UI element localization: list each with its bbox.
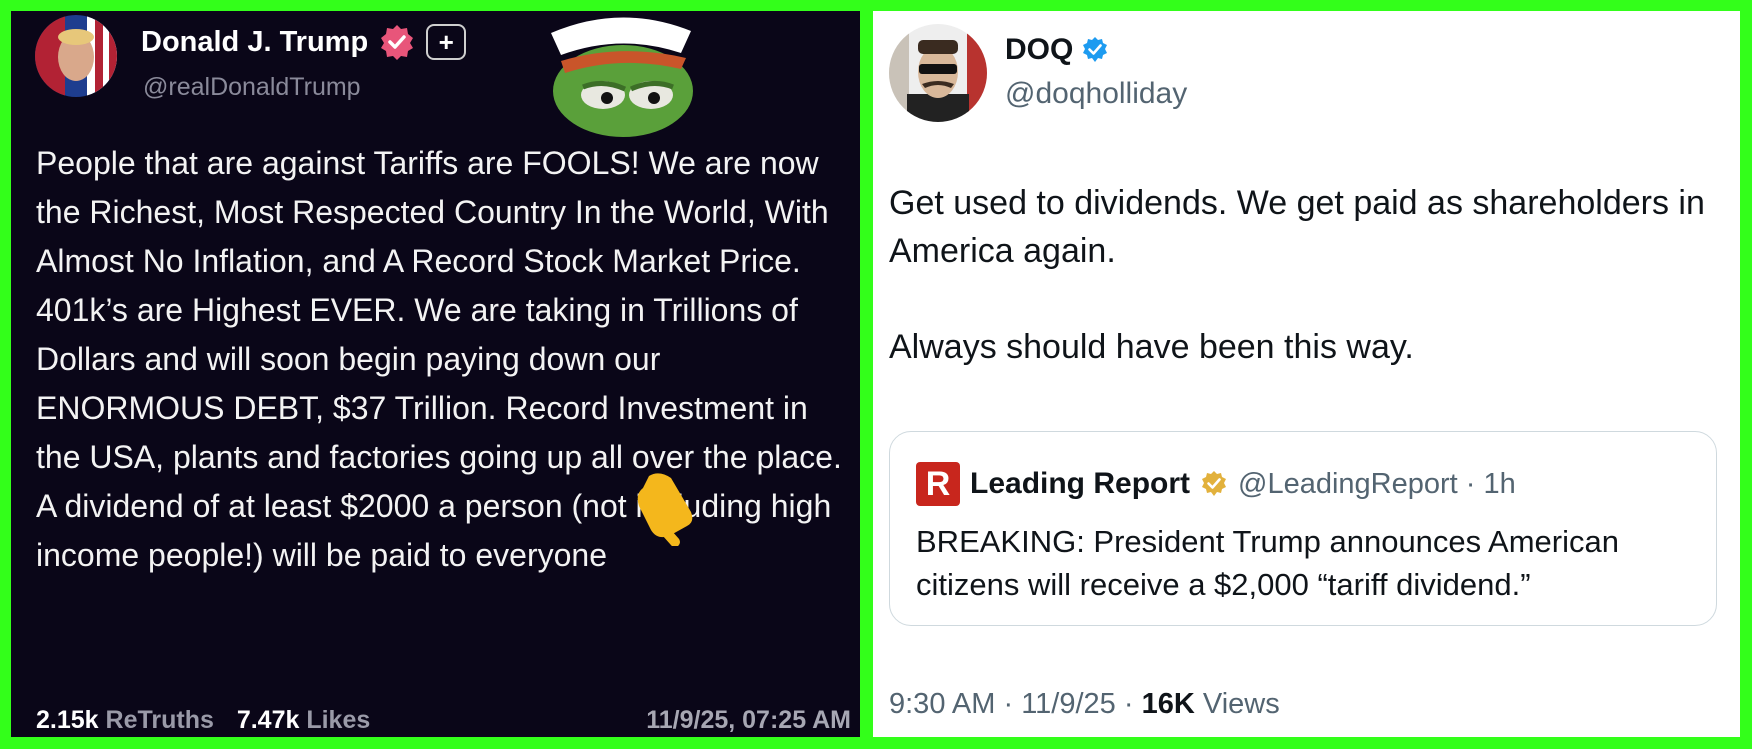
author-name[interactable]: Donald J. Trump bbox=[141, 26, 368, 59]
author-name[interactable]: DOQ bbox=[1005, 33, 1073, 67]
quoted-author-name[interactable]: Leading Report bbox=[970, 467, 1190, 501]
views-label: Views bbox=[1202, 688, 1280, 720]
quoted-handle-time[interactable]: @LeadingReport · 1h bbox=[1238, 468, 1516, 501]
likes-label: Likes bbox=[306, 706, 371, 734]
avatar[interactable] bbox=[889, 24, 987, 122]
gold-verified-badge-icon bbox=[1202, 471, 1227, 496]
meta-separator: · bbox=[1123, 688, 1134, 720]
avatar-image bbox=[889, 24, 987, 122]
retruths-label: ReTruths bbox=[105, 706, 214, 734]
post-time[interactable]: 9:30 AM bbox=[889, 688, 995, 720]
author-handle[interactable]: @doqholliday bbox=[1005, 77, 1187, 111]
pointing-hand-emoji-icon bbox=[637, 473, 693, 546]
post-timestamp[interactable]: 11/9/25, 07:25 AM bbox=[646, 706, 851, 735]
post-text-paragraph: Always should have been this way. bbox=[889, 328, 1414, 366]
quoted-post-header: R Leading Report @LeadingReport · 1h bbox=[916, 462, 1516, 506]
pepe-frog-sticker bbox=[551, 17, 693, 137]
likes-count: 7.47k bbox=[236, 706, 300, 734]
author-name-row: Donald J. Trump + bbox=[141, 23, 467, 61]
avatar[interactable] bbox=[35, 15, 117, 97]
meta-separator: · bbox=[1003, 688, 1014, 720]
post-body: People that are against Tariffs are FOOL… bbox=[36, 145, 842, 573]
x-post: DOQ @doqholliday Get used to dividends. … bbox=[873, 11, 1740, 737]
retruths-count: 2.15k bbox=[36, 706, 99, 734]
verified-badge-icon bbox=[381, 25, 414, 60]
avatar-image bbox=[35, 15, 117, 97]
post-text-paragraph: Get used to dividends. We get paid as sh… bbox=[889, 184, 1705, 270]
author-name-row: DOQ bbox=[1005, 33, 1109, 67]
plus-badge-icon[interactable]: + bbox=[426, 24, 467, 60]
author-handle[interactable]: @realDonaldTrump bbox=[143, 73, 361, 102]
quoted-post-body: BREAKING: President Trump announces Amer… bbox=[916, 524, 1619, 602]
post-body: Get used to dividends. We get paid as sh… bbox=[889, 179, 1709, 371]
views-count: 16K bbox=[1141, 688, 1195, 720]
verified-badge-icon bbox=[1083, 37, 1108, 62]
post-footer: 2.15k ReTruths 7.47k Likes 11/9/25, 07:2… bbox=[36, 706, 851, 735]
likes-stat[interactable]: 7.47k Likes bbox=[237, 706, 370, 734]
quoted-post-card[interactable]: R Leading Report @LeadingReport · 1h BRE… bbox=[889, 431, 1717, 626]
leading-report-logo: R bbox=[916, 462, 960, 506]
truth-social-post: Donald J. Trump + @realDonaldTrump Peopl… bbox=[11, 11, 860, 737]
post-meta: 9:30 AM · 11/9/25 · 16K Views bbox=[889, 688, 1280, 721]
post-date[interactable]: 11/9/25 bbox=[1021, 688, 1116, 720]
retruths-stat[interactable]: 2.15k ReTruths bbox=[36, 706, 221, 734]
